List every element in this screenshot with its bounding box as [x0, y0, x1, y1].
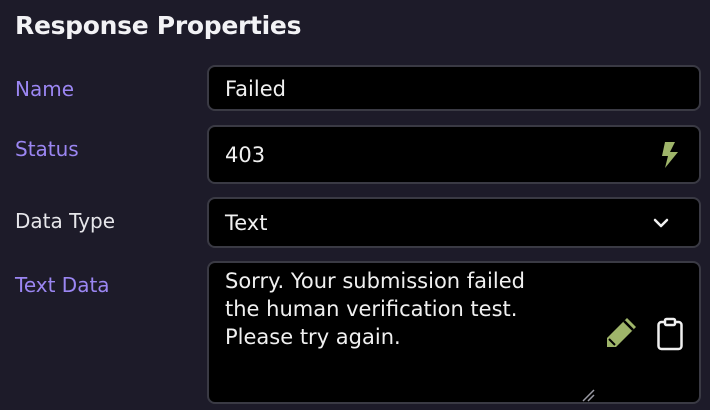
- status-value: 403: [225, 143, 266, 167]
- data-type-label: Data Type: [15, 209, 116, 233]
- text-data-textarea[interactable]: Sorry. Your submission failed the human …: [207, 261, 701, 404]
- lightning-icon[interactable]: [659, 141, 681, 173]
- status-input[interactable]: 403: [207, 125, 701, 184]
- name-value: Failed: [225, 77, 286, 101]
- name-input[interactable]: Failed: [207, 65, 701, 111]
- panel-title: Response Properties: [15, 11, 302, 40]
- text-data-value: Sorry. Your submission failed the human …: [225, 269, 525, 349]
- data-type-select[interactable]: Text: [207, 197, 701, 248]
- status-label: Status: [15, 137, 79, 161]
- text-data-label: Text Data: [15, 273, 110, 297]
- resize-handle-icon[interactable]: [581, 387, 595, 406]
- name-label: Name: [15, 77, 75, 101]
- data-type-value: Text: [225, 211, 268, 235]
- chevron-down-icon[interactable]: [653, 215, 669, 235]
- clipboard-icon[interactable]: [656, 317, 684, 355]
- pencil-icon[interactable]: [603, 315, 639, 355]
